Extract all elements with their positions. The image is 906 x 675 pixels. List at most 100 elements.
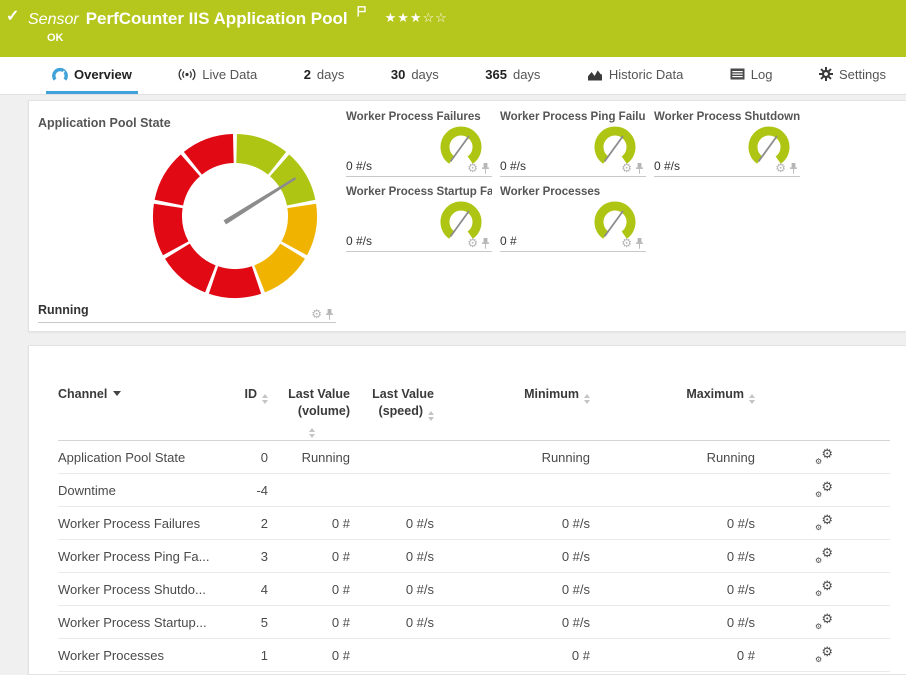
mini-gauge-cell[interactable]: Worker Process Failures 0 #/s ⚙	[346, 111, 492, 177]
channel-settings-gears-icon[interactable]: ⚙⚙	[815, 514, 833, 529]
cell-maximum: 0 #	[590, 639, 755, 672]
tab-label: Overview	[74, 67, 132, 82]
cell-channel: Worker Process Failures	[58, 507, 213, 540]
pin-icon[interactable]	[635, 163, 644, 174]
cell-minimum: Running	[434, 441, 590, 474]
cell-last-value-speed: 0 #/s	[350, 573, 434, 606]
gauge-settings-gear-icon[interactable]: ⚙	[467, 162, 478, 174]
sensor-name: PerfCounter IIS Application Pool	[86, 9, 348, 28]
col-header-last-value-volume[interactable]: Last Value (volume)	[268, 386, 350, 438]
pin-icon[interactable]	[635, 238, 644, 249]
cell-last-value-speed: 0 #/s	[350, 606, 434, 639]
sort-icon	[309, 428, 315, 438]
table-row[interactable]: Worker Processes 1 0 # 0 # 0 # ⚙⚙	[58, 639, 890, 672]
live-icon	[178, 68, 196, 81]
tab-label: Historic Data	[609, 67, 683, 82]
mini-gauge-value: 0 #/s	[346, 234, 372, 248]
channel-settings-gears-icon[interactable]: ⚙⚙	[815, 646, 833, 661]
application-pool-state-gauge	[150, 131, 320, 301]
mini-gauge-grid: Worker Process Failures 0 #/s ⚙ Worker P…	[346, 111, 808, 252]
tab-2-days[interactable]: 2days	[298, 57, 351, 94]
pin-icon[interactable]	[325, 309, 334, 320]
gauge-settings-gear-icon[interactable]: ⚙	[621, 237, 632, 249]
cell-id: 3	[213, 540, 268, 573]
channel-settings-gears-icon[interactable]: ⚙⚙	[815, 547, 833, 562]
tab-365-days[interactable]: 365days	[479, 57, 546, 94]
mini-gauge-cell[interactable]: Worker Process Ping Failures 0 #/s ⚙	[500, 111, 646, 177]
sort-icon	[428, 411, 434, 421]
table-row[interactable]: Worker Process Startup... 5 0 # 0 #/s 0 …	[58, 606, 890, 639]
tab-number: 365	[485, 67, 507, 82]
cell-minimum: 0 #/s	[434, 507, 590, 540]
cell-id: 4	[213, 573, 268, 606]
gauge-settings-gear-icon[interactable]: ⚙	[621, 162, 632, 174]
table-row[interactable]: Downtime -4 ⚙⚙	[58, 474, 890, 507]
cell-last-value-volume: Running	[268, 441, 350, 474]
flag-icon[interactable]	[357, 4, 366, 22]
pin-icon[interactable]	[789, 163, 798, 174]
tab-settings[interactable]: Settings	[813, 57, 892, 94]
mini-gauge-cell[interactable]: Worker Process Shutdown Fa... 0 #/s ⚙	[654, 111, 800, 177]
tab-number: 2	[304, 67, 311, 82]
table-row[interactable]: Worker Process Failures 2 0 # 0 #/s 0 #/…	[58, 507, 890, 540]
channel-table-header: Channel ID Last Value (volume) Last Valu…	[58, 386, 890, 441]
cell-minimum: 0 #/s	[434, 606, 590, 639]
cell-id: 0	[213, 441, 268, 474]
mini-gauge-cell[interactable]: Worker Process Startup Failu... 0 #/s ⚙	[346, 186, 492, 252]
tab-live-data[interactable]: Live Data	[172, 57, 263, 94]
table-row[interactable]: Worker Process Shutdo... 4 0 # 0 #/s 0 #…	[58, 573, 890, 606]
tab-overview[interactable]: Overview	[46, 57, 138, 94]
gauge-settings-gear-icon[interactable]: ⚙	[775, 162, 786, 174]
cell-channel: Downtime	[58, 474, 213, 507]
mini-gauge-value: 0 #/s	[346, 159, 372, 173]
col-header-last-value-speed[interactable]: Last Value (speed)	[350, 386, 434, 421]
gauge-settings-gear-icon[interactable]: ⚙	[311, 308, 322, 320]
cell-channel: Application Pool State	[58, 441, 213, 474]
tab-historic-data[interactable]: Historic Data	[581, 57, 689, 94]
col-header-id[interactable]: ID	[213, 386, 268, 404]
tab-number: 30	[391, 67, 405, 82]
cell-channel: Worker Processes	[58, 639, 213, 672]
cell-last-value-speed: 0 #/s	[350, 507, 434, 540]
chart-icon	[587, 68, 603, 81]
main-gauge-value: Running	[38, 303, 89, 317]
cell-id: 2	[213, 507, 268, 540]
priority-stars[interactable]: ★★★☆☆	[385, 10, 448, 26]
gauge-segment	[209, 266, 261, 298]
gauge-segment	[254, 244, 305, 293]
main-gauge-footer: Running ⚙	[38, 301, 336, 323]
gauge-settings-gear-icon[interactable]: ⚙	[467, 237, 478, 249]
cell-last-value-volume: 0 #	[268, 639, 350, 672]
mini-gauge-value: 0 #/s	[500, 159, 526, 173]
table-row[interactable]: Application Pool State 0 Running Running…	[58, 441, 890, 474]
tab-30-days[interactable]: 30days	[385, 57, 445, 94]
channel-settings-gears-icon[interactable]: ⚙⚙	[815, 448, 833, 463]
gauge-segment	[282, 204, 317, 256]
channel-table-panel: Channel ID Last Value (volume) Last Valu…	[28, 345, 906, 675]
status-badge: OK	[47, 32, 64, 44]
cell-last-value-volume: 0 #	[268, 573, 350, 606]
cell-last-value-volume: 0 #	[268, 606, 350, 639]
table-row[interactable]: Worker Process Ping Fa... 3 0 # 0 #/s 0 …	[58, 540, 890, 573]
channel-settings-gears-icon[interactable]: ⚙⚙	[815, 481, 833, 496]
cell-id: 1	[213, 639, 268, 672]
log-icon	[730, 68, 745, 80]
pin-icon[interactable]	[481, 163, 490, 174]
channel-settings-gears-icon[interactable]: ⚙⚙	[815, 613, 833, 628]
cell-minimum: 0 #/s	[434, 573, 590, 606]
main-gauge-title: Application Pool State	[38, 116, 171, 130]
cell-id: -4	[213, 474, 268, 507]
col-header-maximum[interactable]: Maximum	[590, 386, 755, 404]
col-header-channel[interactable]: Channel	[58, 386, 213, 403]
cell-channel: Worker Process Shutdo...	[58, 573, 213, 606]
tab-bar: Overview Live Data 2days 30days 365days Histo…	[0, 57, 906, 95]
cell-last-value-speed: 0 #/s	[350, 540, 434, 573]
tab-log[interactable]: Log	[724, 57, 779, 94]
col-header-minimum[interactable]: Minimum	[434, 386, 590, 404]
stars-empty: ☆☆	[423, 10, 448, 25]
cell-last-value-volume: 0 #	[268, 507, 350, 540]
pin-icon[interactable]	[481, 238, 490, 249]
channel-settings-gears-icon[interactable]: ⚙⚙	[815, 580, 833, 595]
mini-gauge-cell[interactable]: Worker Processes 0 # ⚙	[500, 186, 646, 252]
cell-channel: Worker Process Ping Fa...	[58, 540, 213, 573]
